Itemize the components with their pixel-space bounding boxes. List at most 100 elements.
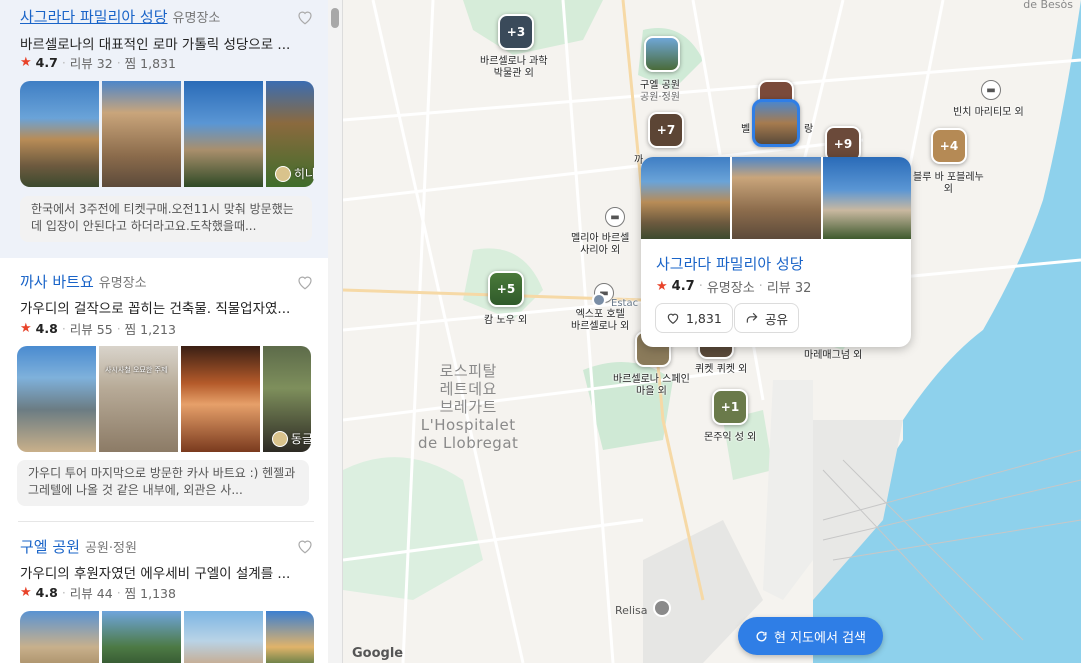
photo-thumbnail[interactable] bbox=[20, 81, 99, 187]
cluster-marker[interactable]: +7 bbox=[648, 112, 684, 148]
map-place-label[interactable]: 엑스포 호텔 바르셀로나 외 bbox=[571, 309, 629, 333]
place-description: 바르셀로나의 대표적인 로마 가톨릭 성당으로 ... bbox=[20, 37, 291, 53]
photo-thumbnail[interactable] bbox=[181, 346, 260, 452]
heart-icon[interactable] bbox=[296, 273, 314, 291]
map-place-label[interactable]: 퀴켓 퀴켓 외 bbox=[695, 364, 747, 376]
place-list-panel: 사그라다 파밀리아 성당 유명장소 바르셀로나의 대표적인 로마 가톨릭 성당으… bbox=[0, 0, 343, 663]
place-description: 가우디의 후원자였던 에우세비 구엘이 설계를 ... bbox=[20, 566, 291, 582]
hotel-icon[interactable]: ▬ bbox=[605, 207, 625, 227]
refresh-icon bbox=[756, 630, 767, 641]
map-place-label[interactable]: 벨 bbox=[741, 124, 750, 136]
google-logo: Google bbox=[352, 646, 404, 661]
place-marker[interactable] bbox=[644, 36, 680, 72]
place-title[interactable]: 구엘 공원 bbox=[20, 536, 80, 557]
place-saves: 찜 1,213 bbox=[124, 322, 176, 337]
star-icon: ★ bbox=[20, 585, 32, 600]
photo-author-tag: 동글 bbox=[271, 430, 311, 447]
photo-caption: 사시사철 오묘한 주제 bbox=[105, 366, 168, 374]
cluster-marker[interactable]: +3 bbox=[498, 14, 534, 50]
photo-thumbnail[interactable] bbox=[102, 611, 181, 663]
photo-thumbnail[interactable] bbox=[641, 157, 730, 239]
cluster-marker[interactable]: +1 bbox=[712, 389, 748, 425]
map-place-label[interactable]: 바르셀로나 과학 박물관 외 bbox=[480, 56, 548, 80]
selected-place-marker[interactable] bbox=[752, 99, 800, 147]
place-meta: ★ 4.8 · 리뷰 44 · 찜 1,138 bbox=[20, 585, 176, 601]
map-place-label[interactable]: 몬주익 성 외 bbox=[704, 432, 756, 444]
photo-strip[interactable]: 사시사철 오묘한 주제 동글 bbox=[17, 346, 311, 452]
cluster-marker[interactable]: +5 bbox=[488, 271, 524, 307]
popup-photos[interactable] bbox=[641, 157, 911, 239]
photo-strip[interactable]: 히나 bbox=[20, 81, 314, 187]
place-title[interactable]: 까사 바트요 bbox=[20, 271, 94, 292]
map-place-label[interactable]: 랑 bbox=[804, 124, 813, 136]
map-place-label[interactable]: 블루 바 포블레누 외 bbox=[913, 172, 984, 196]
map-place-label[interactable]: Relisa bbox=[615, 604, 648, 617]
photo-thumbnail[interactable]: 히나 bbox=[266, 81, 314, 187]
review-snippet[interactable]: 가우디 투어 마지막으로 방문한 카사 바트요 :) 헨젤과 그레텔에 나올 것… bbox=[17, 460, 309, 506]
share-label: 공유 bbox=[765, 311, 789, 327]
map-view[interactable]: de Besòs 로스피탈 레트데요 브레가트 L'Hospitalet de … bbox=[343, 0, 1081, 663]
scrollbar[interactable] bbox=[328, 0, 342, 663]
heart-icon bbox=[667, 313, 679, 324]
map-corner-label: de Besòs bbox=[1023, 0, 1073, 11]
photo-thumbnail[interactable] bbox=[20, 611, 99, 663]
transit-station-icon[interactable] bbox=[592, 293, 606, 307]
place-rating: 4.8 bbox=[35, 585, 58, 600]
map-place-label[interactable]: 바르셀로나 스페인 마을 외 bbox=[613, 374, 690, 398]
place-category: 공원·정원 bbox=[84, 541, 137, 556]
place-card-sagrada-familia[interactable]: 사그라다 파밀리아 성당 유명장소 바르셀로나의 대표적인 로마 가톨릭 성당으… bbox=[0, 0, 328, 258]
place-category: 유명장소 bbox=[98, 276, 147, 291]
place-meta: ★ 4.7 · 리뷰 32 · 찜 1,831 bbox=[20, 55, 176, 71]
place-saves: 찜 1,831 bbox=[124, 56, 176, 71]
location-pin-icon[interactable] bbox=[653, 599, 671, 617]
place-popup-card[interactable]: 사그라다 파밀리아 성당 ★ 4.7 · 유명장소 · 리뷰 32 1,831 … bbox=[641, 157, 911, 347]
place-reviews: 리뷰 55 bbox=[69, 322, 113, 337]
photo-thumbnail[interactable] bbox=[102, 81, 181, 187]
card-title-row: 까사 바트요 유명장소 bbox=[20, 271, 147, 292]
photo-thumbnail[interactable] bbox=[732, 157, 821, 239]
map-place-label[interactable]: 빈치 마리티모 외 bbox=[953, 107, 1024, 119]
card-title-row: 사그라다 파밀리아 성당 유명장소 bbox=[20, 6, 220, 27]
photo-thumbnail[interactable]: 동글 bbox=[263, 346, 311, 452]
card-title-row: 구엘 공원 공원·정원 bbox=[20, 536, 137, 557]
photo-thumbnail[interactable] bbox=[184, 81, 263, 187]
avatar bbox=[274, 165, 291, 182]
star-icon: ★ bbox=[20, 55, 32, 70]
place-card-casa-batllo[interactable]: 까사 바트요 유명장소 가우디의 걸작으로 꼽히는 건축물. 직물업자였... … bbox=[0, 258, 328, 520]
place-rating: 4.8 bbox=[35, 321, 58, 336]
scrollbar-thumb[interactable] bbox=[331, 8, 339, 28]
share-icon bbox=[746, 312, 758, 323]
place-reviews: 리뷰 32 bbox=[69, 56, 113, 71]
share-button[interactable]: 공유 bbox=[734, 303, 800, 333]
review-snippet[interactable]: 한국에서 3주전에 티켓구매.오전11시 맞춰 방문했는데 입장이 안된다고 하… bbox=[20, 196, 312, 242]
place-title[interactable]: 사그라다 파밀리아 성당 bbox=[20, 6, 168, 27]
photo-strip[interactable] bbox=[20, 611, 314, 663]
search-this-area-button[interactable]: 현 지도에서 검색 bbox=[738, 617, 883, 655]
photo-thumbnail[interactable] bbox=[184, 611, 263, 663]
like-button[interactable]: 1,831 bbox=[655, 303, 733, 333]
place-rating: 4.7 bbox=[35, 55, 58, 70]
photo-thumbnail[interactable] bbox=[823, 157, 911, 239]
hotel-icon[interactable]: ▬ bbox=[981, 80, 1001, 100]
popup-title[interactable]: 사그라다 파밀리아 성당 bbox=[656, 253, 804, 274]
place-description: 가우디의 걸작으로 꼽히는 건축물. 직물업자였... bbox=[20, 301, 291, 317]
heart-icon[interactable] bbox=[296, 8, 314, 26]
place-reviews: 리뷰 44 bbox=[69, 586, 113, 601]
cluster-marker[interactable]: +4 bbox=[931, 128, 967, 164]
photo-thumbnail[interactable]: 사시사철 오묘한 주제 bbox=[99, 346, 178, 452]
photo-author-tag: 히나 bbox=[274, 165, 314, 182]
like-count: 1,831 bbox=[686, 310, 722, 326]
popup-meta: ★ 4.7 · 유명장소 · 리뷰 32 bbox=[656, 279, 812, 296]
map-place-label[interactable]: 캄 노우 외 bbox=[484, 315, 527, 327]
district-label: 로스피탈 레트데요 브레가트 L'Hospitalet de Llobregat bbox=[418, 362, 519, 452]
heart-icon[interactable] bbox=[296, 537, 314, 555]
map-place-label[interactable]: 마레매그넘 외 bbox=[804, 350, 862, 362]
photo-thumbnail[interactable] bbox=[17, 346, 96, 452]
place-card-park-guell[interactable]: 구엘 공원 공원·정원 가우디의 후원자였던 에우세비 구엘이 설계를 ... … bbox=[0, 522, 328, 663]
photo-thumbnail[interactable] bbox=[266, 611, 314, 663]
map-place-label[interactable]: 구엘 공원 공원·정원 bbox=[640, 80, 680, 104]
map-place-label[interactable]: 멜리아 바르셀 사리아 외 bbox=[571, 233, 629, 257]
star-icon: ★ bbox=[656, 279, 668, 294]
place-saves: 찜 1,138 bbox=[124, 586, 176, 601]
place-meta: ★ 4.8 · 리뷰 55 · 찜 1,213 bbox=[20, 321, 176, 337]
